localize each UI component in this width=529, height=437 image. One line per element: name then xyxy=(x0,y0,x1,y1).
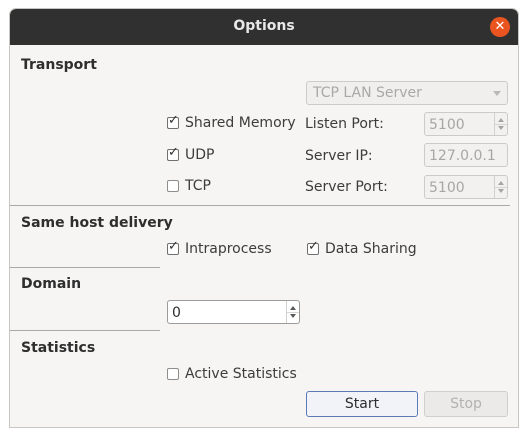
checkbox-box xyxy=(167,368,179,380)
checkmark-icon: ✓ xyxy=(168,239,179,254)
checkmark-icon: ✓ xyxy=(168,113,179,128)
checkbox-box: ✓ xyxy=(307,239,319,255)
server-port-spinbox[interactable]: 5100 xyxy=(424,175,508,199)
divider xyxy=(10,330,160,331)
active-statistics-label: Active Statistics xyxy=(185,366,297,382)
same-host-heading: Same host delivery xyxy=(21,215,173,231)
close-button[interactable]: ✕ xyxy=(490,17,510,37)
chevron-down-icon xyxy=(493,91,501,96)
data-sharing-label: Data Sharing xyxy=(325,241,417,257)
active-statistics-checkbox[interactable]: Active Statistics xyxy=(167,366,297,382)
checkbox-box xyxy=(167,180,179,192)
divider xyxy=(10,205,510,206)
server-port-label: Server Port: xyxy=(305,179,388,195)
server-ip-field[interactable]: 127.0.0.1 xyxy=(424,143,508,167)
shared-memory-label: Shared Memory xyxy=(185,115,296,131)
transport-mode-select[interactable]: TCP LAN Server xyxy=(306,81,508,105)
statistics-heading: Statistics xyxy=(21,340,96,356)
stop-button[interactable]: Stop xyxy=(424,391,508,417)
domain-spinbox[interactable]: 0 xyxy=(167,300,300,324)
intraprocess-checkbox[interactable]: ✓ Intraprocess xyxy=(167,239,272,257)
start-button[interactable]: Start xyxy=(306,391,418,417)
transport-heading: Transport xyxy=(21,57,97,73)
checkmark-icon: ✓ xyxy=(168,145,179,160)
server-ip-label: Server IP: xyxy=(305,148,373,164)
title-bar: Options ✕ xyxy=(10,9,518,45)
tcp-checkbox[interactable]: TCP xyxy=(167,178,211,194)
spin-arrows-icon xyxy=(494,113,507,135)
spin-arrows-icon xyxy=(286,301,299,323)
divider xyxy=(10,267,160,268)
options-dialog: Options ✕ Transport TCP LAN Server ✓ Sha… xyxy=(9,8,519,428)
checkbox-box: ✓ xyxy=(167,113,179,129)
shared-memory-checkbox[interactable]: ✓ Shared Memory xyxy=(167,113,296,131)
spin-arrows-icon xyxy=(494,176,507,198)
intraprocess-label: Intraprocess xyxy=(185,241,272,257)
domain-value: 0 xyxy=(172,305,181,321)
listen-port-label: Listen Port: xyxy=(305,116,384,132)
checkmark-icon: ✓ xyxy=(308,239,319,254)
server-port-value: 5100 xyxy=(429,180,465,196)
tcp-label: TCP xyxy=(185,178,211,194)
domain-heading: Domain xyxy=(21,276,82,292)
udp-checkbox[interactable]: ✓ UDP xyxy=(167,145,215,163)
listen-port-spinbox[interactable]: 5100 xyxy=(424,112,508,136)
checkbox-box: ✓ xyxy=(167,145,179,161)
transport-mode-value: TCP LAN Server xyxy=(313,85,422,101)
window-title: Options xyxy=(233,18,295,34)
close-icon: ✕ xyxy=(494,19,506,34)
server-ip-value: 127.0.0.1 xyxy=(429,148,496,164)
listen-port-value: 5100 xyxy=(429,117,465,133)
udp-label: UDP xyxy=(185,147,215,163)
checkbox-box: ✓ xyxy=(167,239,179,255)
data-sharing-checkbox[interactable]: ✓ Data Sharing xyxy=(307,239,417,257)
